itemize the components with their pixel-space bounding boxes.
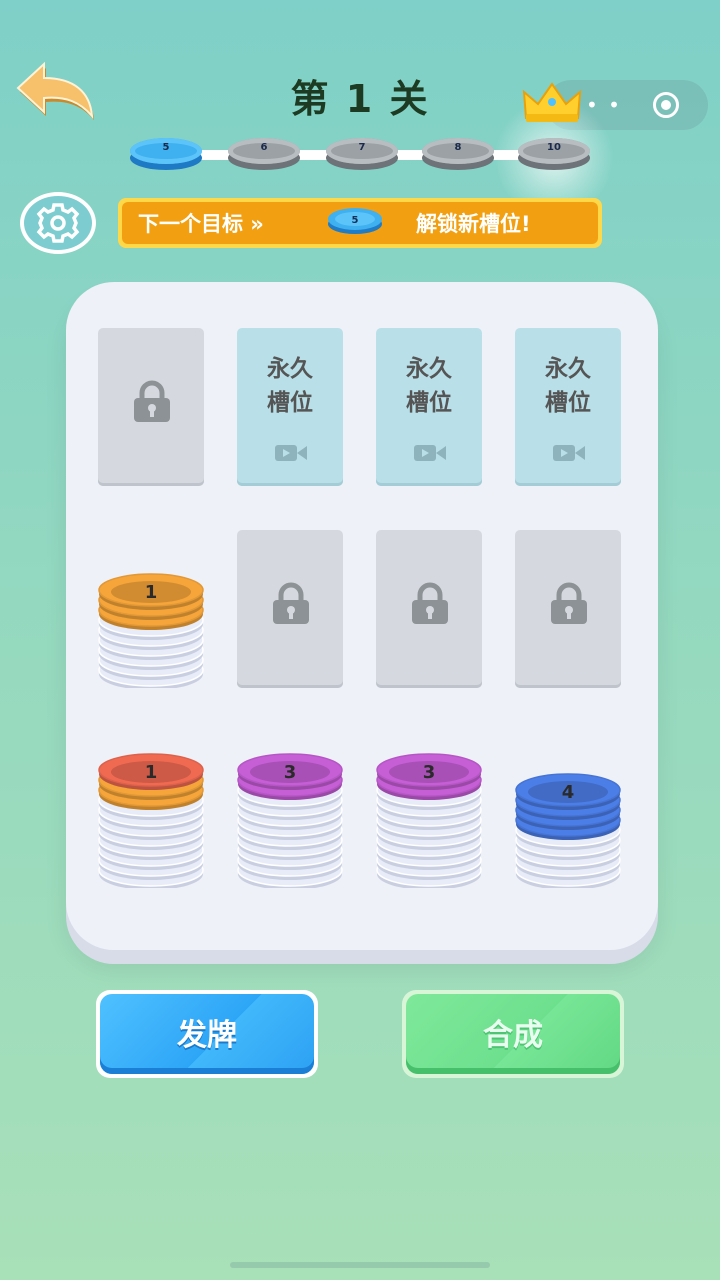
banner-prefix: 下一个目标 » (138, 212, 264, 236)
locked-slot[interactable] (376, 530, 482, 688)
permanent-slot-label-line2: 槽位 (545, 390, 591, 416)
permanent-slot-label-line2: 槽位 (406, 390, 452, 416)
coin-stack: 4 (515, 773, 621, 888)
coin-stack: 3 (376, 753, 482, 888)
deal-button-label: 发牌 (177, 1018, 237, 1053)
coin-stack-slot[interactable]: 3 (376, 730, 482, 888)
coin-stack-value: 3 (284, 762, 297, 783)
deal-button[interactable]: 发牌 (96, 990, 318, 1078)
close-target-icon[interactable] (653, 92, 679, 118)
merge-button-label: 合成 (483, 1018, 543, 1053)
permanent-slot[interactable]: 永久 槽位 (237, 328, 343, 486)
permanent-slot-label-line1: 永久 (406, 356, 452, 382)
home-indicator (230, 1262, 490, 1268)
permanent-slot-label: 永久 槽位 (376, 352, 482, 420)
banner-coin-icon: 5 (328, 208, 382, 234)
video-ad-icon (413, 442, 447, 464)
lock-icon (132, 380, 172, 424)
progress-node-5: 5 (130, 138, 202, 170)
coin-stack-slot[interactable]: 1 (98, 530, 204, 688)
settings-button[interactable] (20, 192, 96, 254)
permanent-slot-label: 永久 槽位 (237, 352, 343, 420)
progress-node-10: 10 (518, 138, 590, 170)
banner-suffix: 解锁新槽位! (416, 212, 531, 236)
lock-icon (549, 582, 589, 626)
progress-node-label: 7 (358, 142, 366, 153)
progress-node-7: 7 (326, 138, 398, 170)
coin-stack: 1 (98, 573, 204, 688)
progress-node-8: 8 (422, 138, 494, 170)
locked-slot[interactable] (98, 328, 204, 486)
permanent-slot-label-line1: 永久 (267, 356, 313, 382)
banner-coin-value: 5 (352, 215, 359, 226)
permanent-slot-label-line1: 永久 (545, 356, 591, 382)
progress-node-label: 5 (162, 142, 170, 153)
coin-stack: 1 (98, 753, 204, 888)
locked-slot[interactable] (237, 530, 343, 688)
coin-stack-slot[interactable]: 1 (98, 730, 204, 888)
progress-node-label: 6 (260, 142, 268, 153)
gear-icon (36, 203, 80, 243)
progress-node-6: 6 (228, 138, 300, 170)
coin-stack-value: 1 (145, 762, 158, 783)
coin-stack-value: 4 (562, 782, 575, 803)
permanent-slot-label-line2: 槽位 (267, 390, 313, 416)
locked-slot[interactable] (515, 530, 621, 688)
coin-stack-value: 1 (145, 582, 158, 603)
lock-icon (271, 582, 311, 626)
next-goal-banner: 下一个目标 » 5 解锁新槽位! (118, 198, 602, 248)
crown-icon (520, 80, 584, 124)
progress-node-label: 10 (547, 142, 561, 153)
coin-stack-value: 3 (423, 762, 436, 783)
video-ad-icon (274, 442, 308, 464)
video-ad-icon (552, 442, 586, 464)
coin-stack-slot[interactable]: 4 (515, 730, 621, 888)
merge-button[interactable]: 合成 (402, 990, 624, 1078)
more-dots-icon[interactable]: • • (586, 95, 622, 115)
coin-stack-slot[interactable]: 3 (237, 730, 343, 888)
permanent-slot[interactable]: 永久 槽位 (376, 328, 482, 486)
progress-node-label: 8 (454, 142, 462, 153)
coin-stack: 3 (237, 753, 343, 888)
permanent-slot[interactable]: 永久 槽位 (515, 328, 621, 486)
lock-icon (410, 582, 450, 626)
permanent-slot-label: 永久 槽位 (515, 352, 621, 420)
